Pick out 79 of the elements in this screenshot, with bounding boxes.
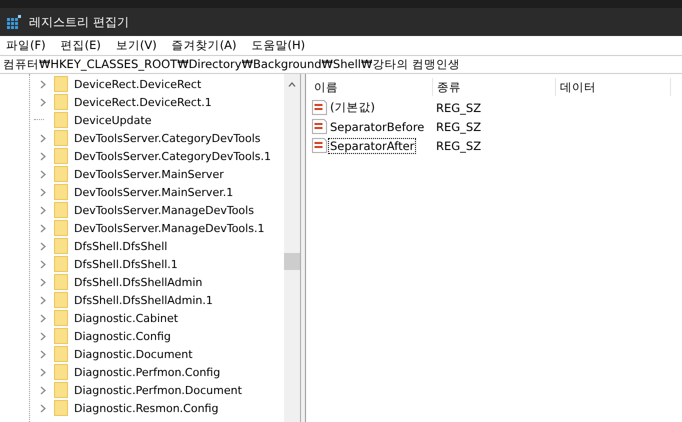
value-name[interactable]: (기본값): [328, 99, 377, 116]
expand-chevron-icon[interactable]: [40, 260, 46, 268]
tree-item[interactable]: DeviceUpdate: [74, 114, 152, 126]
folder-icon: [54, 202, 68, 218]
expand-chevron-icon[interactable]: [40, 332, 46, 340]
expand-chevron-icon[interactable]: [40, 98, 46, 106]
value-name[interactable]: SeparatorBefore: [328, 118, 426, 134]
expand-chevron-icon[interactable]: [40, 368, 46, 376]
folder-icon: [54, 328, 68, 344]
window-title: 레지스트리 편집기: [29, 14, 129, 30]
expand-chevron-icon[interactable]: [40, 386, 46, 394]
expand-chevron-icon[interactable]: [40, 134, 46, 142]
app-icon: [7, 15, 21, 29]
string-value-icon: [312, 100, 327, 115]
menu-item[interactable]: 도움말(H): [252, 38, 306, 53]
column-header[interactable]: 이름: [312, 78, 433, 96]
string-value-icon: [312, 119, 327, 134]
folder-icon: [54, 346, 68, 362]
tree-item[interactable]: DfsShell.DfsShell.1: [74, 258, 178, 270]
tree-item[interactable]: DevToolsServer.MainServer: [74, 168, 224, 180]
expand-chevron-icon[interactable]: [40, 242, 46, 250]
tree-item[interactable]: DevToolsServer.CategoryDevTools: [74, 132, 260, 144]
expand-chevron-icon[interactable]: [40, 170, 46, 178]
scroll-up-icon[interactable]: [288, 82, 296, 87]
tree-item[interactable]: DevToolsServer.MainServer.1: [74, 186, 234, 198]
expand-chevron-icon[interactable]: [40, 206, 46, 214]
expand-chevron-icon[interactable]: [40, 296, 46, 304]
tree-item[interactable]: Diagnostic.Resmon.Config: [74, 402, 218, 414]
tree-item[interactable]: Diagnostic.Perfmon.Config: [74, 366, 220, 378]
expand-chevron-icon[interactable]: [40, 152, 46, 160]
folder-icon: [54, 292, 68, 308]
value-type: REG_SZ: [435, 120, 482, 134]
folder-icon: [54, 256, 68, 272]
folder-icon: [54, 220, 68, 236]
expand-chevron-icon[interactable]: [40, 278, 46, 286]
tree-item[interactable]: DevToolsServer.CategoryDevTools.1: [74, 150, 271, 162]
scrollbar[interactable]: [284, 74, 300, 422]
folder-icon: [54, 400, 68, 416]
menu-item[interactable]: 즐겨찾기(A): [172, 38, 237, 53]
folder-icon: [54, 148, 68, 164]
tree-item[interactable]: Diagnostic.Cabinet: [74, 312, 178, 324]
tree-item[interactable]: DevToolsServer.ManageDevTools: [74, 204, 254, 216]
tree-item[interactable]: Diagnostic.Document: [74, 348, 193, 360]
folder-icon: [54, 76, 68, 92]
tree-item[interactable]: DevToolsServer.ManageDevTools.1: [74, 222, 264, 234]
folder-icon: [54, 94, 68, 110]
expand-chevron-icon[interactable]: [40, 188, 46, 196]
menu-item[interactable]: 보기(V): [116, 38, 157, 53]
expand-chevron-icon[interactable]: [40, 314, 46, 322]
expand-chevron-icon[interactable]: [40, 224, 46, 232]
menu-item[interactable]: 파일(F): [6, 38, 46, 53]
address-bar[interactable]: 컴퓨터₩HKEY_CLASSES_ROOT₩Directory₩Background₩Shell₩강타의 컴맹인생: [0, 55, 682, 74]
folder-icon: [54, 238, 68, 254]
column-header[interactable]: 데이터: [556, 78, 671, 96]
expand-chevron-icon[interactable]: [40, 350, 46, 358]
tree-item[interactable]: DeviceRect.DeviceRect: [74, 78, 202, 90]
folder-icon: [54, 382, 68, 398]
folder-icon: [54, 364, 68, 380]
value-name[interactable]: SeparatorAfter: [328, 138, 416, 154]
folder-icon: [54, 112, 68, 128]
tree-item[interactable]: DfsShell.DfsShellAdmin: [74, 276, 202, 288]
tree-item[interactable]: Diagnostic.Config: [74, 330, 171, 342]
folder-icon: [54, 274, 68, 290]
scroll-thumb[interactable]: [284, 253, 300, 270]
folder-icon: [54, 166, 68, 182]
menu-item[interactable]: 편집(E): [60, 38, 101, 53]
string-value-icon: [312, 138, 327, 153]
value-type: REG_SZ: [435, 138, 482, 152]
folder-icon: [54, 310, 68, 326]
folder-icon: [54, 184, 68, 200]
folder-icon: [54, 130, 68, 146]
tree-item[interactable]: DfsShell.DfsShell: [74, 240, 168, 252]
tree-item[interactable]: Diagnostic.Perfmon.Document: [74, 384, 242, 396]
column-header[interactable]: 종류: [433, 78, 556, 96]
tree-item[interactable]: DfsShell.DfsShellAdmin.1: [74, 294, 213, 306]
tree-item[interactable]: DeviceRect.DeviceRect.1: [74, 96, 212, 108]
expand-chevron-icon[interactable]: [40, 404, 46, 412]
value-type: REG_SZ: [435, 100, 482, 114]
expand-chevron-icon[interactable]: [40, 80, 46, 88]
